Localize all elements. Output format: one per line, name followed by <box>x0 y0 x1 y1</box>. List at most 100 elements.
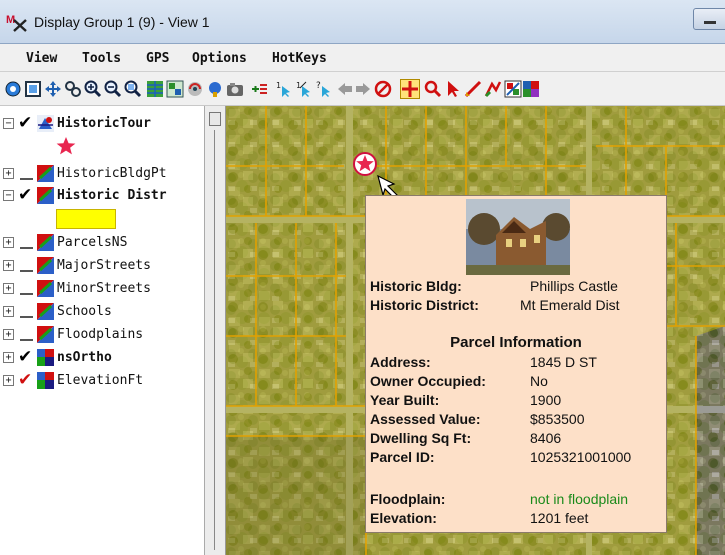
menu-tools[interactable]: Tools <box>82 51 121 66</box>
expand-toggle[interactable]: + <box>3 260 14 271</box>
stop-icon[interactable] <box>374 80 392 98</box>
field-value: Phillips Castle <box>530 278 618 294</box>
layer-label: HistoricBldgPt <box>57 166 167 181</box>
layer-row-nsortho[interactable]: + ✔ nsOrtho <box>0 347 204 369</box>
field-label: Year Built: <box>370 392 440 408</box>
field-label: Address: <box>370 354 431 370</box>
field-value: 1025321001000 <box>530 449 632 465</box>
camera-icon[interactable] <box>226 80 244 98</box>
select-icon[interactable] <box>166 80 184 98</box>
layer-label: HistoricTour <box>57 116 151 131</box>
building-photo <box>466 199 570 275</box>
window-title: Display Group 1 (9) - View 1 <box>34 14 210 30</box>
field-label: Elevation: <box>370 510 437 526</box>
layer-label: Floodplains <box>57 327 144 342</box>
zoom-in-icon[interactable] <box>84 80 102 98</box>
vector-layer-icon <box>37 303 54 320</box>
unchecked-box[interactable] <box>20 178 33 180</box>
fit-icon[interactable] <box>64 80 82 98</box>
layer-row-parcelsns[interactable]: + ParcelsNS <box>0 232 204 254</box>
help-icon[interactable]: ? <box>316 80 334 98</box>
section-title: Parcel Information <box>450 334 582 351</box>
checkmark-icon[interactable]: ✔ <box>18 185 34 205</box>
redraw-icon[interactable] <box>186 80 204 98</box>
layer-row-minorstreets[interactable]: + MinorStreets <box>0 278 204 300</box>
pan-icon[interactable] <box>44 80 62 98</box>
datatip-popup: Historic Bldg: Phillips Castle Historic … <box>365 195 667 533</box>
zoom-out-icon[interactable] <box>104 80 122 98</box>
zoom-tool-icon[interactable] <box>424 80 442 98</box>
district-fill-swatch <box>56 209 116 229</box>
scroll-up-arrow-icon[interactable] <box>209 112 221 126</box>
layer-row-majorstreets[interactable]: + MajorStreets <box>0 255 204 277</box>
add-layer-icon[interactable] <box>250 80 268 98</box>
star-legend-icon <box>56 137 76 155</box>
raster-layer-icon <box>37 372 54 389</box>
layer-label: nsOrtho <box>57 350 112 365</box>
panel-splitter[interactable] <box>204 106 226 555</box>
unchecked-box[interactable] <box>20 316 33 318</box>
layer-row-historicbldgpt[interactable]: + HistoricBldgPt <box>0 163 204 185</box>
field-value: Mt Emerald Dist <box>520 297 620 313</box>
zoom-area-icon[interactable] <box>124 80 142 98</box>
gps-icon[interactable] <box>206 80 224 98</box>
menu-view[interactable]: View <box>26 51 57 66</box>
menu-bar: View Tools GPS Options HotKeys <box>0 44 725 72</box>
layer-row-elevationft[interactable]: + ✔ ElevationFt <box>0 370 204 392</box>
unchecked-box[interactable] <box>20 247 33 249</box>
expand-toggle[interactable]: + <box>3 329 14 340</box>
step2-icon[interactable]: 1 <box>296 80 314 98</box>
vector-layer-icon <box>37 326 54 343</box>
expand-toggle[interactable]: + <box>3 168 14 179</box>
field-label: Historic Bldg: <box>370 278 462 294</box>
layer-row-historictour[interactable]: − ✔ HistoricTour <box>0 113 204 135</box>
field-value: 1900 <box>530 392 562 408</box>
menu-hotkeys[interactable]: HotKeys <box>272 51 327 66</box>
expand-toggle[interactable]: + <box>3 283 14 294</box>
crosshair-icon[interactable] <box>400 79 420 99</box>
expand-toggle[interactable]: + <box>3 306 14 317</box>
field-value: 1845 D ST <box>530 354 597 370</box>
collapse-toggle[interactable]: − <box>3 190 14 201</box>
expand-toggle[interactable]: + <box>3 352 14 363</box>
field-value: No <box>530 373 548 389</box>
svg-text:M: M <box>6 14 15 26</box>
raster-icon[interactable] <box>522 80 540 98</box>
expand-toggle[interactable]: + <box>3 375 14 386</box>
vector-layer-icon <box>37 234 54 251</box>
layer-row-floodplains[interactable]: + Floodplains <box>0 324 204 346</box>
step1-icon[interactable]: 1 <box>276 80 294 98</box>
field-label: Historic District: <box>370 297 479 313</box>
toolbar: 1 1 ? <box>0 72 725 106</box>
vector-layer-icon <box>37 187 54 204</box>
measure-icon[interactable] <box>464 80 482 98</box>
layer-row-schools[interactable]: + Schools <box>0 301 204 323</box>
vector-layer-icon <box>37 165 54 182</box>
back-icon[interactable] <box>336 80 354 98</box>
collapse-toggle[interactable]: − <box>3 118 14 129</box>
forward-icon[interactable] <box>354 80 372 98</box>
layer-label: Historic Distr <box>57 188 167 203</box>
pointer-icon[interactable] <box>444 80 462 98</box>
tour-icon <box>37 115 54 132</box>
layer-label: ParcelsNS <box>57 235 128 250</box>
unchecked-box[interactable] <box>20 293 33 295</box>
layers-icon[interactable] <box>146 80 164 98</box>
expand-toggle[interactable]: + <box>3 237 14 248</box>
checkmark-icon[interactable]: ✔ <box>18 347 34 367</box>
svg-text:1: 1 <box>276 81 281 90</box>
minimize-button[interactable] <box>693 8 725 30</box>
sketch-icon[interactable] <box>484 80 502 98</box>
field-value: not in floodplain <box>530 491 629 507</box>
view-all-icon[interactable] <box>4 80 22 98</box>
layer-label: MajorStreets <box>57 258 151 273</box>
checkmark-icon[interactable]: ✔ <box>18 113 34 133</box>
checkmark-icon[interactable]: ✔ <box>18 370 34 390</box>
zoom-box-icon[interactable] <box>24 80 42 98</box>
legend-icon[interactable] <box>504 80 522 98</box>
menu-options[interactable]: Options <box>192 51 247 66</box>
unchecked-box[interactable] <box>20 270 33 272</box>
menu-gps[interactable]: GPS <box>146 51 169 66</box>
unchecked-box[interactable] <box>20 339 33 341</box>
layer-row-historicdistr[interactable]: − ✔ Historic Distr <box>0 185 204 207</box>
